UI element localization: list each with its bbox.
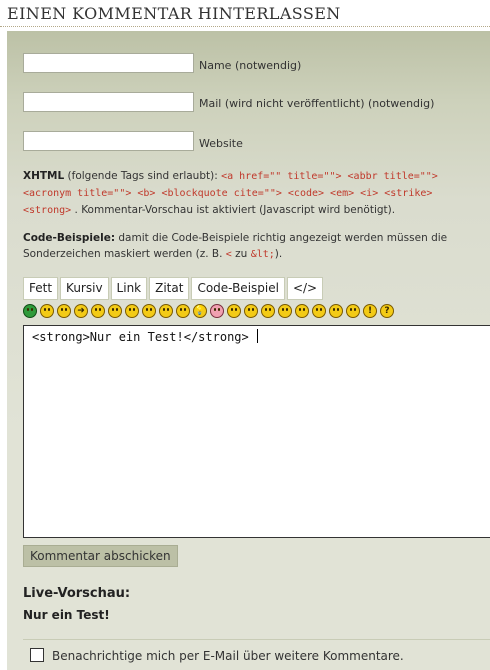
grin-icon[interactable] xyxy=(23,304,37,318)
heading-text: Einen Kommentar hinterlassen xyxy=(7,4,341,23)
submit-comment-button[interactable]: Kommentar abschicken xyxy=(23,545,178,567)
code-examples-info: Code-Beispiele: damit die Code-Beispiele… xyxy=(23,230,490,263)
cool-icon[interactable] xyxy=(142,304,156,318)
evil-icon[interactable] xyxy=(159,304,173,318)
rolleyes-icon[interactable] xyxy=(244,304,258,318)
sad-icon[interactable] xyxy=(346,304,360,318)
arrow-icon[interactable]: ➜ xyxy=(74,304,88,318)
live-preview-content: Nur ein Test! xyxy=(23,608,110,622)
live-preview-title: Live-Vorschau: xyxy=(23,586,131,601)
notify-checkbox[interactable] xyxy=(30,648,44,662)
wink-icon[interactable] xyxy=(261,304,275,318)
text-caret xyxy=(256,329,258,343)
eek-icon[interactable] xyxy=(91,304,105,318)
tag-list-3: <strong> xyxy=(23,205,72,216)
lol-icon[interactable] xyxy=(176,304,190,318)
notify-option: Benachrichtige mich per E-Mail über weit… xyxy=(30,648,404,663)
biggrin-icon[interactable] xyxy=(108,304,122,318)
quote-button[interactable]: Zitat xyxy=(149,277,190,300)
idea-icon[interactable]: 💡 xyxy=(193,304,207,318)
name-label: Name (notwendig) xyxy=(199,59,302,72)
allowed-tags-info: XHTML (folgende Tags sind erlaubt): <a h… xyxy=(23,168,490,219)
xhtml-intro: (folgende Tags sind erlaubt): xyxy=(67,170,218,182)
code-examples-end: ). xyxy=(274,248,283,260)
link-button[interactable]: Link xyxy=(110,277,148,300)
comment-textarea[interactable]: <strong>Nur ein Test!</strong> xyxy=(23,325,490,538)
name-input[interactable] xyxy=(23,53,194,73)
preview-note: . Kommentar-Vorschau ist aktiviert (Java… xyxy=(74,204,396,216)
code-examples-text-1: damit die Code-Beispiele richtig angezei… xyxy=(118,232,448,244)
comment-form: Name (notwendig) Mail (wird nicht veröff… xyxy=(7,31,490,670)
smilies-bar: ➜ 💡!? xyxy=(23,304,397,322)
lt-char: < xyxy=(225,249,232,260)
redface-icon[interactable] xyxy=(210,304,224,318)
tag-list-1: <a href="" title=""> <abbr title=""> xyxy=(221,171,438,182)
confused-icon[interactable] xyxy=(40,304,54,318)
code-examples-label: Code-Beispiele: xyxy=(23,232,116,244)
close-tags-button[interactable]: </> xyxy=(286,277,324,300)
bold-button[interactable]: Fett xyxy=(23,277,59,300)
surprised-icon[interactable] xyxy=(329,304,343,318)
neutral-icon[interactable] xyxy=(278,304,292,318)
divider xyxy=(23,639,490,640)
xhtml-label: XHTML xyxy=(23,170,65,182)
exclaim-icon[interactable]: ! xyxy=(363,304,377,318)
razz-icon[interactable] xyxy=(227,304,241,318)
comment-form-heading: Einen Kommentar hinterlassen xyxy=(0,0,490,27)
tag-list-2: <acronym title=""> <b> <blockquote cite=… xyxy=(23,188,433,199)
code-example-button[interactable]: Code-Beispiel xyxy=(191,277,285,300)
quicktags-toolbar: Fett Kursiv Link Zitat Code-Beispiel </> xyxy=(23,277,325,300)
italic-button[interactable]: Kursiv xyxy=(60,277,109,300)
twisted-icon[interactable] xyxy=(57,304,71,318)
code-examples-text-2: Sonderzeichen maskiert werden (z. B. xyxy=(23,248,223,260)
mad-icon[interactable] xyxy=(312,304,326,318)
cry-icon[interactable] xyxy=(295,304,309,318)
mail-label: Mail (wird nicht veröffentlicht) (notwen… xyxy=(199,97,435,110)
smile-icon[interactable] xyxy=(125,304,139,318)
mail-input[interactable] xyxy=(23,92,194,112)
lt-entity: &lt; xyxy=(250,249,275,260)
comment-text: <strong>Nur ein Test!</strong> xyxy=(32,330,249,344)
notify-label: Benachrichtige mich per E-Mail über weit… xyxy=(52,649,404,663)
website-label: Website xyxy=(199,137,243,150)
website-input[interactable] xyxy=(23,131,194,151)
zu-text: zu xyxy=(235,248,248,260)
question-icon[interactable]: ? xyxy=(380,304,394,318)
